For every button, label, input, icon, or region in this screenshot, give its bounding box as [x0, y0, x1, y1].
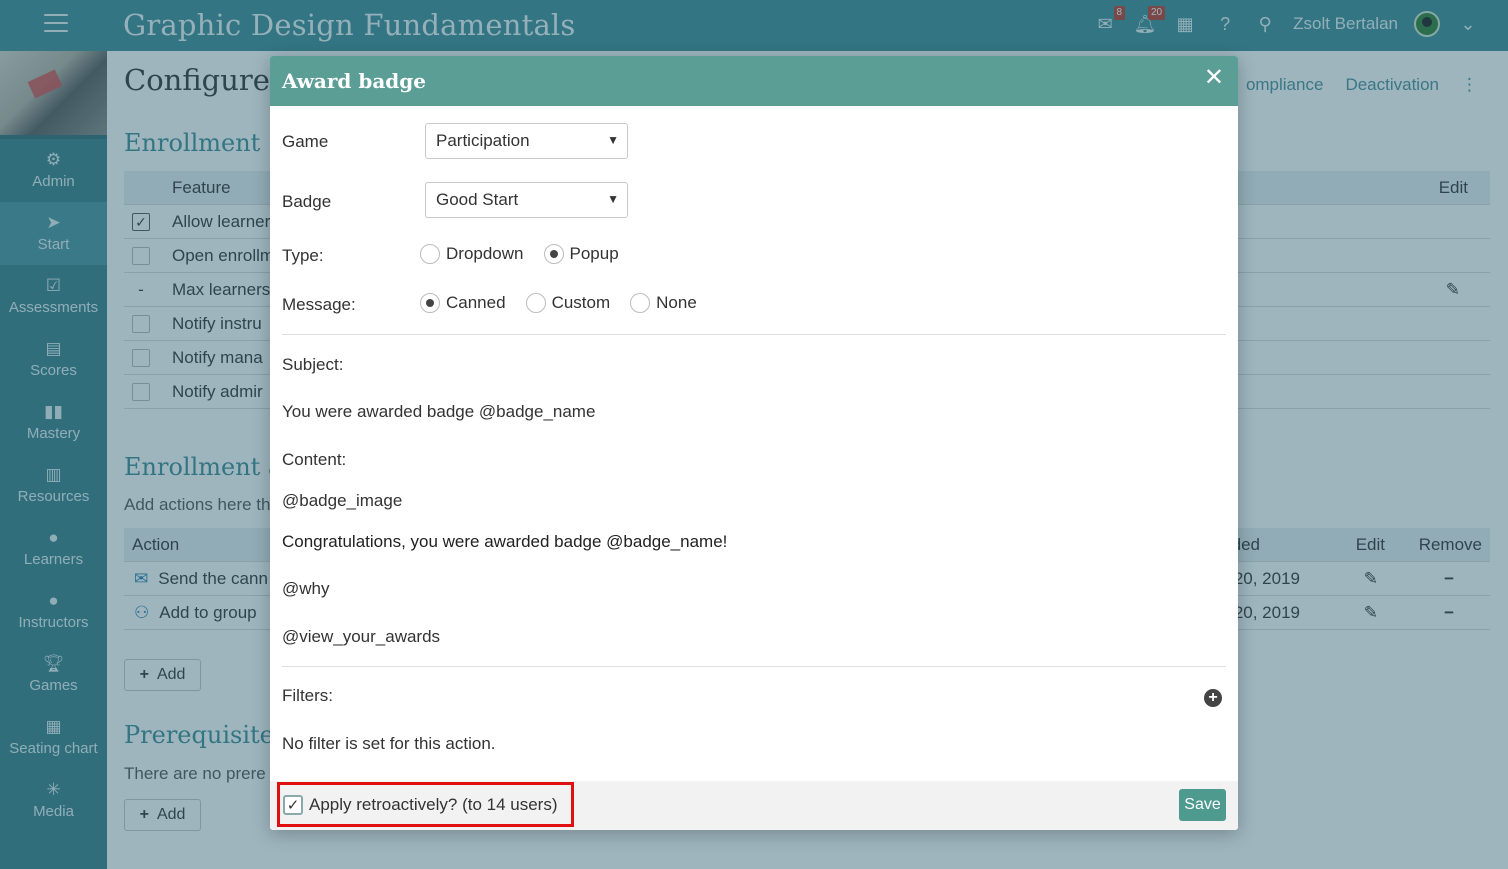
message-radio-none[interactable]: None	[630, 293, 697, 313]
chevron-down-icon: ▼	[607, 192, 619, 206]
subject-label: Subject:	[282, 355, 344, 374]
content-label: Content:	[282, 450, 347, 469]
dialog-header: Award badge ✕	[270, 56, 1238, 106]
message-radio-canned[interactable]: Canned	[420, 293, 506, 313]
game-label: Game	[282, 132, 329, 151]
retroactive-option: ✓ Apply retroactively? (to 14 users)	[277, 782, 574, 827]
close-icon[interactable]: ✕	[1204, 66, 1224, 90]
add-filter-icon[interactable]: +	[1204, 689, 1222, 707]
message-radio-custom[interactable]: Custom	[525, 293, 610, 313]
chevron-down-icon: ▼	[607, 133, 619, 147]
divider	[282, 666, 1226, 667]
content-line-congratulations[interactable]: Congratulations, you were awarded badge …	[282, 532, 727, 552]
badge-label: Badge	[282, 192, 332, 211]
content-line-badge-image[interactable]: @badge_image	[282, 491, 402, 511]
subject-value[interactable]: You were awarded badge @badge_name	[282, 402, 595, 422]
retroactive-label[interactable]: Apply retroactively? (to 14 users)	[309, 795, 558, 815]
type-label: Type:	[282, 246, 324, 265]
content-line-why[interactable]: @why	[282, 579, 330, 599]
divider	[282, 334, 1226, 335]
award-badge-dialog: Award badge ✕ Game Participation ▼ Badge…	[270, 56, 1238, 830]
filters-empty-text: No filter is set for this action.	[282, 734, 496, 753]
type-radio-group: Dropdown Popup	[420, 244, 639, 264]
type-radio-popup[interactable]: Popup	[543, 244, 619, 264]
dialog-footer: ✓ Apply retroactively? (to 14 users) Sav…	[270, 781, 1238, 830]
retroactive-checkbox[interactable]: ✓	[283, 794, 303, 815]
game-select[interactable]: Participation ▼	[425, 123, 628, 159]
message-label: Message:	[282, 295, 356, 314]
badge-select[interactable]: Good Start ▼	[425, 182, 628, 218]
type-radio-dropdown[interactable]: Dropdown	[420, 244, 524, 264]
content-line-view-awards[interactable]: @view_your_awards	[282, 627, 440, 647]
dialog-title: Award badge	[282, 69, 427, 93]
save-button[interactable]: Save	[1179, 789, 1226, 821]
message-radio-group: Canned Custom None	[420, 293, 717, 313]
filters-label: Filters:	[282, 686, 333, 705]
